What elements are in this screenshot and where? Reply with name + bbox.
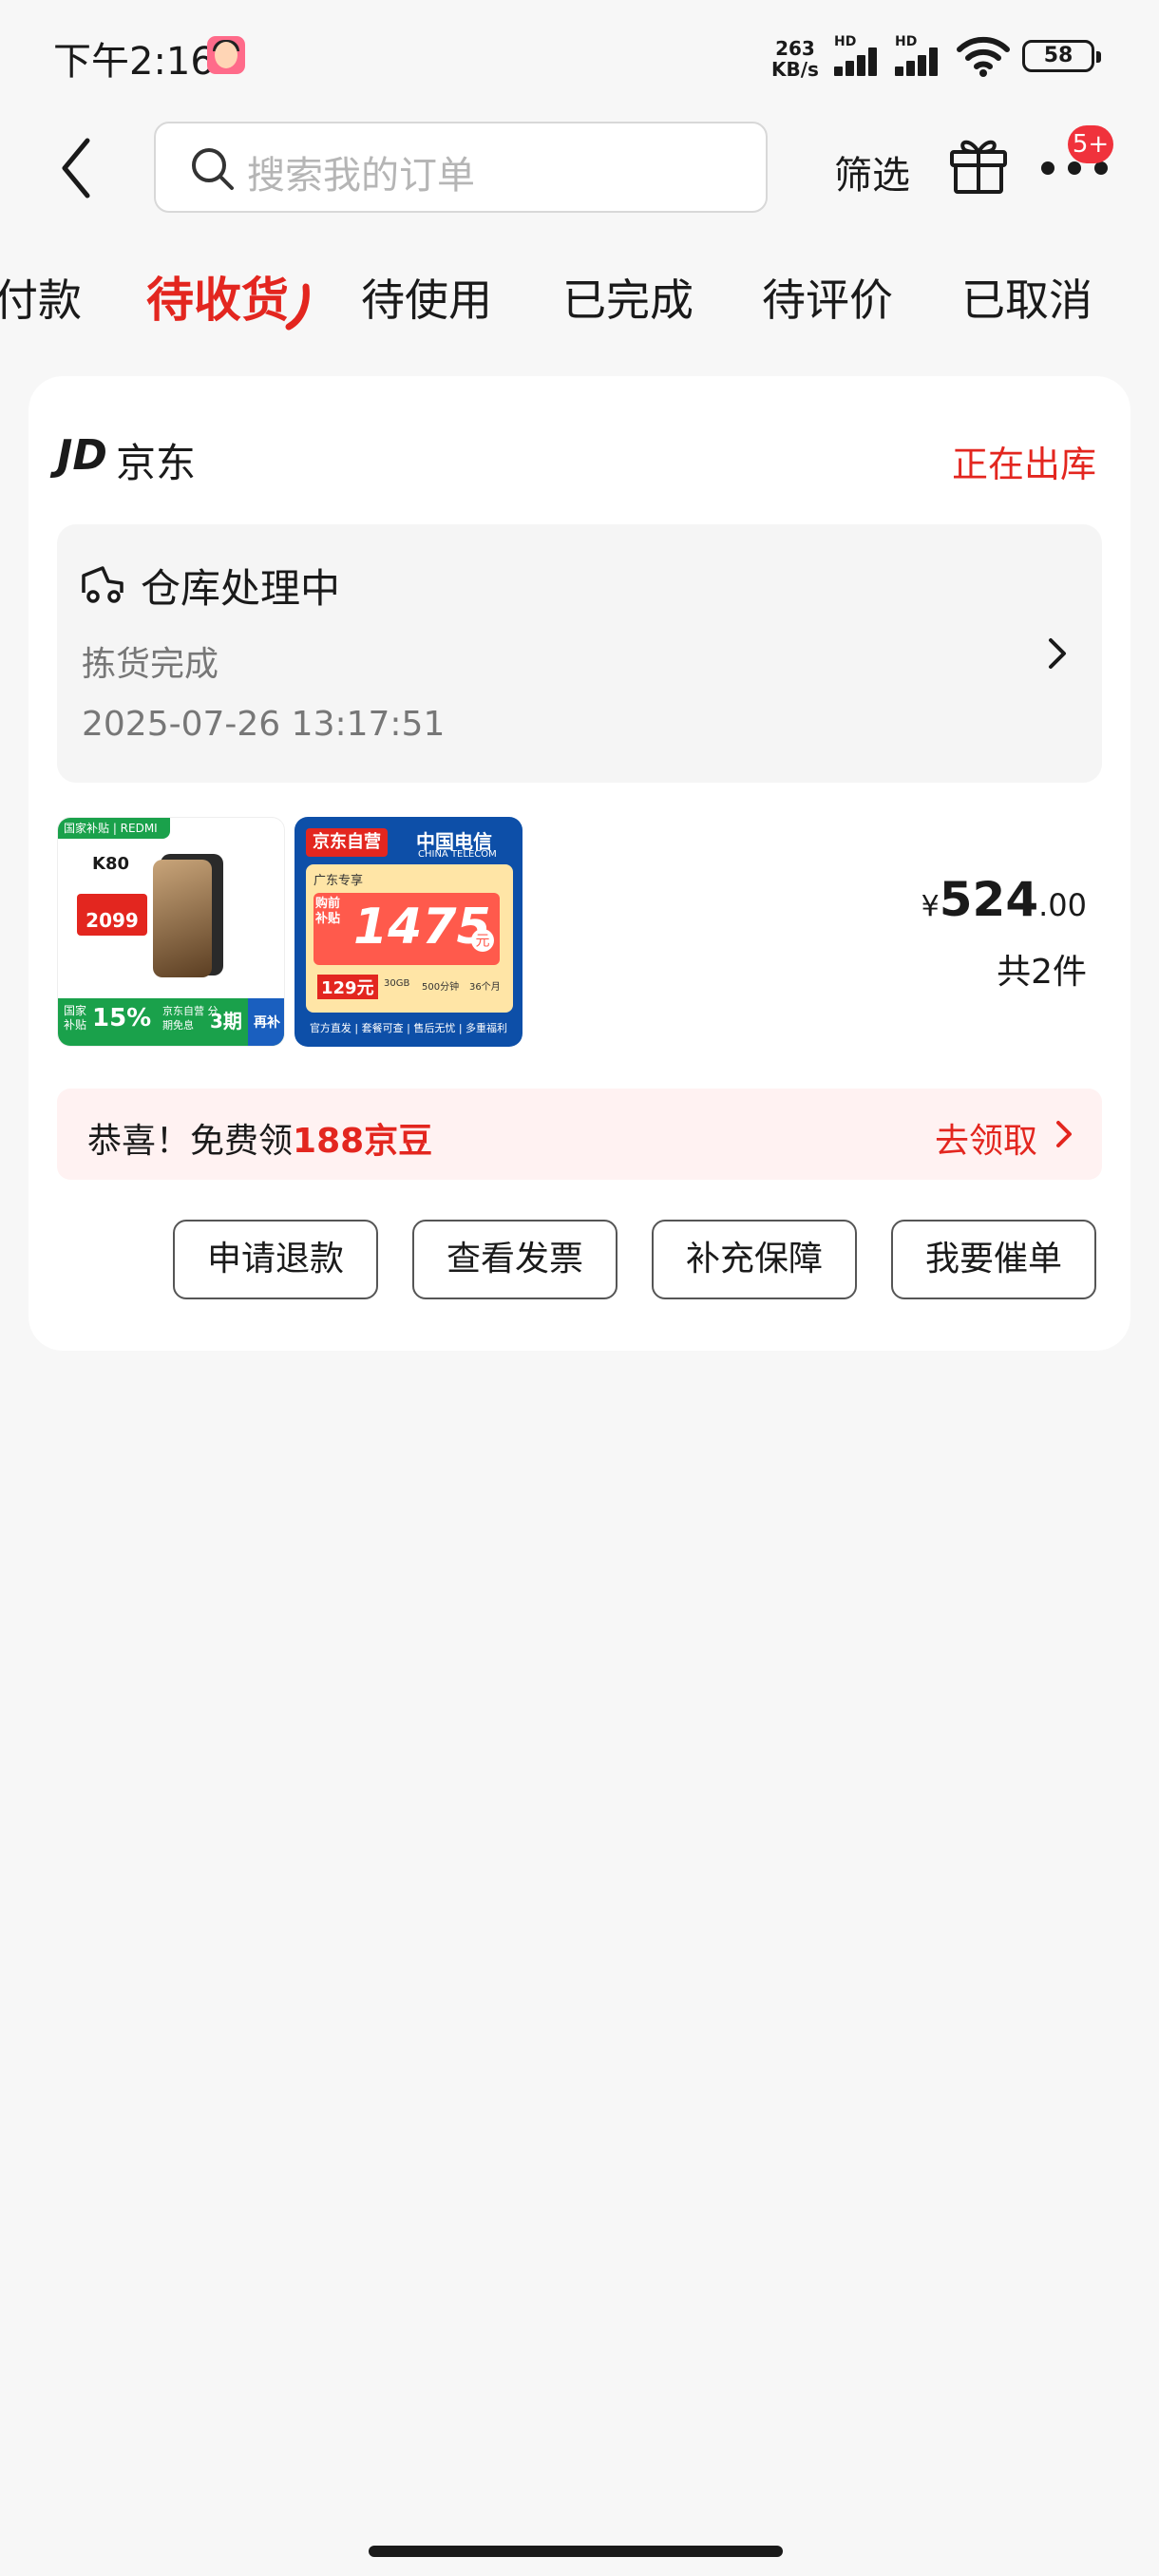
status-time: 下午2:16 — [53, 40, 215, 84]
tab-pending-payment[interactable]: 付款 — [0, 266, 82, 329]
home-indicator[interactable] — [369, 2546, 783, 2557]
order-status: 正在出库 — [951, 444, 1096, 485]
jd-beans-promo[interactable]: 恭喜！免费领188京豆 去领取 — [57, 1089, 1102, 1180]
truck-icon — [82, 566, 124, 603]
tab-to-use[interactable]: 待使用 — [361, 266, 492, 329]
tab-cancelled[interactable]: 已取消 — [961, 266, 1092, 329]
battery-icon: 58 — [1022, 40, 1101, 72]
order-tabs: 付款 待收货 待使用 已完成 待评价 已取消 — [0, 256, 1159, 332]
logistics-title: 仓库处理中 — [141, 565, 341, 612]
urge-order-button[interactable]: 我要催单 — [891, 1220, 1096, 1299]
chevron-right-icon — [1056, 1121, 1072, 1147]
logistics-panel[interactable]: 仓库处理中 拣货完成 2025-07-26 13:17:51 — [57, 524, 1102, 783]
search-icon — [192, 148, 234, 190]
gift-icon[interactable] — [948, 131, 1009, 196]
tab-pending-receipt[interactable]: 待收货 — [146, 262, 289, 331]
add-protection-button[interactable]: 补充保障 — [652, 1220, 857, 1299]
back-arrow-icon[interactable] — [57, 135, 95, 201]
logistics-time: 2025-07-26 13:17:51 — [82, 705, 446, 744]
notification-badge: 5+ — [1068, 125, 1113, 163]
order-card[interactable]: JD 京东 正在出库 仓库处理中 拣货完成 2025-07-26 13:17:5… — [28, 376, 1130, 1351]
tab-to-review[interactable]: 待评价 — [762, 266, 893, 329]
claim-link[interactable]: 去领取 — [935, 1113, 1037, 1163]
product-list[interactable]: 国家补贴 | REDMI K80 2099 国家补贴 15% 京东自营 分期免息… — [57, 817, 1102, 1047]
jd-logo: JD — [57, 431, 107, 480]
wifi-icon — [957, 36, 1010, 77]
product-image-telecom[interactable]: 京东自营 中国电信 CHINA TELECOM 广东专享 购前补贴 1475 元… — [294, 817, 522, 1047]
network-speed: 263 KB/s — [771, 37, 819, 81]
filter-button[interactable]: 筛选 — [834, 144, 910, 199]
active-tab-indicator — [285, 283, 310, 331]
chevron-right-icon — [1049, 638, 1066, 669]
order-total-price: ¥524.00 — [921, 872, 1087, 927]
tab-completed[interactable]: 已完成 — [562, 266, 694, 329]
logistics-detail: 拣货完成 — [82, 645, 219, 684]
product-image-phone[interactable]: 国家补贴 | REDMI K80 2099 国家补贴 15% 京东自营 分期免息… — [57, 817, 285, 1047]
item-count: 共2件 — [997, 953, 1087, 992]
promo-text: 恭喜！免费领188京豆 — [87, 1122, 433, 1161]
shop-name[interactable]: 京东 — [116, 431, 196, 489]
view-invoice-button[interactable]: 查看发票 — [412, 1220, 618, 1299]
search-input[interactable]: 搜索我的订单 — [154, 122, 768, 213]
status-bar: 下午2:16 263 KB/s HD HD 58 — [0, 0, 1159, 114]
app-notification-icon — [207, 36, 245, 74]
refund-button[interactable]: 申请退款 — [173, 1220, 378, 1299]
search-placeholder: 搜索我的订单 — [247, 154, 475, 198]
